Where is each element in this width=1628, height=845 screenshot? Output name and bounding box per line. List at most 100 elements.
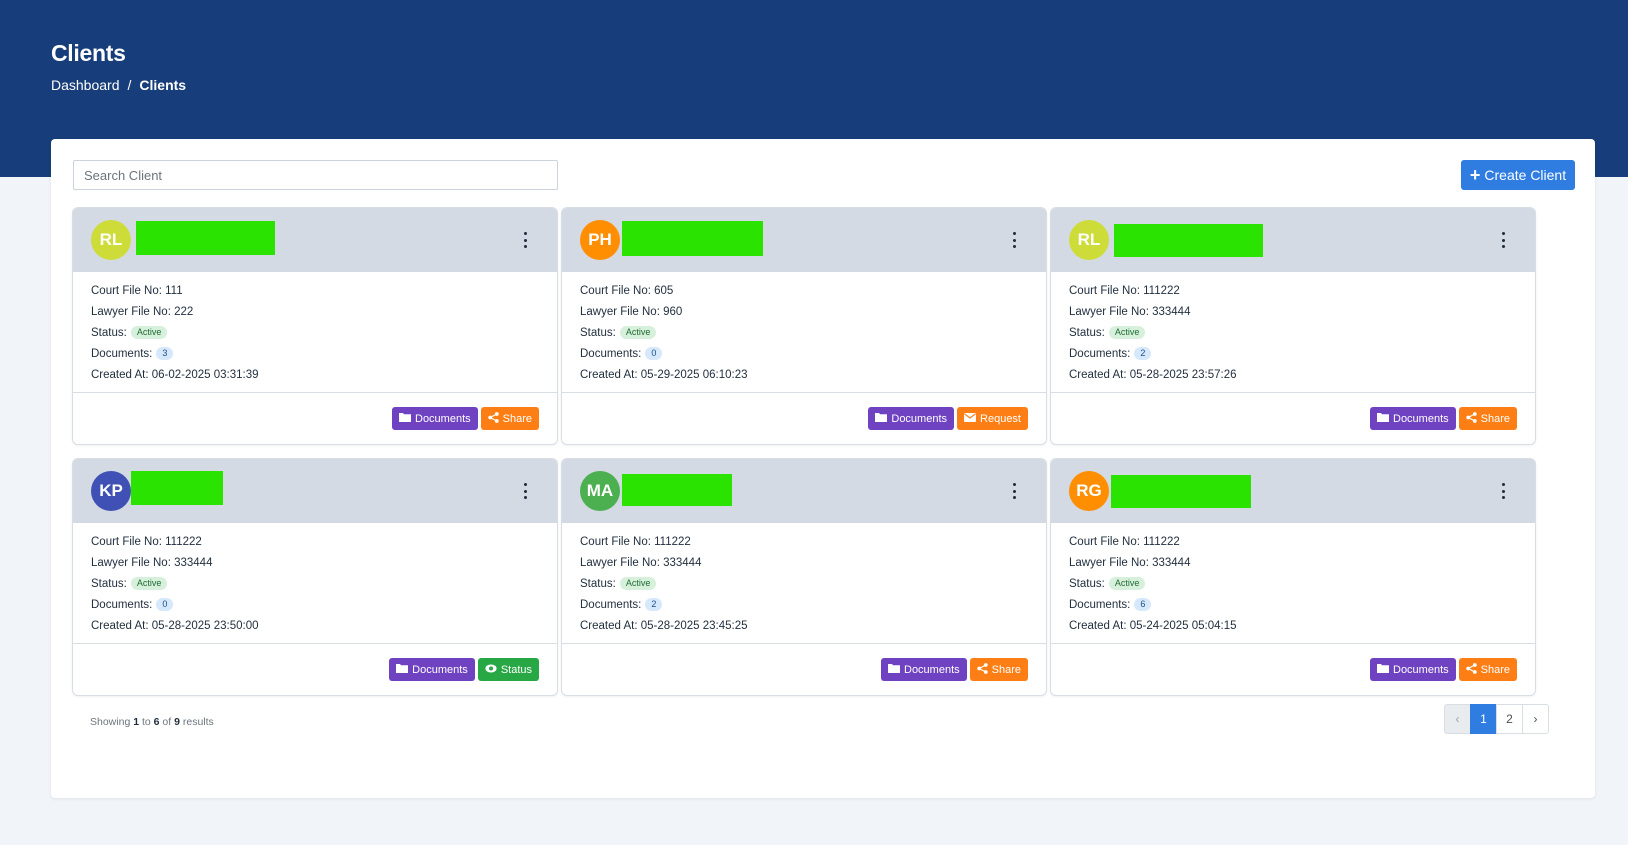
documents-button[interactable]: Documents (868, 407, 955, 430)
documents-row: Documents: 3 (91, 343, 259, 364)
client-card-header: RG (1051, 459, 1535, 523)
court-file-row: Court File No: 111222 (1069, 535, 1180, 548)
client-card: KP Court File No: 111222 Lawyer File No:… (72, 458, 558, 696)
share-button[interactable]: Share (969, 658, 1028, 681)
client-card: PH Court File No: 605 Lawyer File No: 96… (561, 207, 1047, 445)
court-file-value: 111222 (654, 535, 691, 548)
share-button[interactable]: Share (480, 407, 539, 430)
client-card-actions: Documents Request (562, 392, 1046, 444)
redacted-client-name (622, 221, 763, 256)
pagination-page-1[interactable]: 1 (1470, 704, 1497, 734)
client-card-header: PH (562, 208, 1046, 272)
redacted-client-name (131, 471, 223, 505)
created-at-value: 05-28-2025 23:50:00 (151, 619, 259, 632)
documents-button[interactable]: Documents (1370, 658, 1456, 681)
client-card: RG Court File No: 111222 Lawyer File No:… (1050, 458, 1536, 696)
folder-icon (399, 412, 411, 425)
status-badge: Active (130, 326, 168, 339)
client-card-header: RL (73, 208, 557, 272)
more-options-icon[interactable] (1497, 481, 1509, 501)
status-badge: Active (1108, 326, 1146, 339)
search-input[interactable] (73, 160, 558, 190)
client-details: Court File No: 111 Lawyer File No: 222 S… (91, 280, 259, 385)
share-button[interactable]: Share (1458, 658, 1517, 681)
client-card-header: RL (1051, 208, 1535, 272)
breadcrumb-separator: / (127, 77, 132, 93)
status-badge: Active (130, 577, 168, 590)
court-file-row: Court File No: 111222 (91, 535, 202, 548)
more-options-icon[interactable] (1008, 230, 1020, 250)
documents-row: Documents: 0 (580, 343, 748, 364)
share-icon (976, 662, 988, 677)
pagination-page-2[interactable]: 2 (1496, 704, 1523, 734)
redacted-client-name (622, 474, 732, 506)
client-details: Court File No: 111222 Lawyer File No: 33… (1069, 280, 1237, 385)
lawyer-file-value: 960 (663, 305, 683, 318)
client-card-header: MA (562, 459, 1046, 523)
created-at-value: 06-02-2025 03:31:39 (151, 368, 259, 381)
more-options-icon[interactable] (519, 230, 531, 250)
redacted-client-name (136, 221, 275, 255)
client-details: Court File No: 111222 Lawyer File No: 33… (1069, 531, 1237, 636)
pagination-prev-button[interactable]: ‹ (1444, 704, 1471, 734)
documents-count-badge: 2 (645, 598, 663, 611)
more-options-icon[interactable] (519, 481, 531, 501)
lawyer-file-row: Lawyer File No: 333444 (580, 556, 702, 569)
pagination: ‹ 1 2 › (1444, 704, 1549, 734)
share-button[interactable]: Share (1458, 407, 1517, 430)
request-button[interactable]: Request (957, 407, 1028, 430)
status-row: Status: Active (580, 573, 748, 594)
client-card-actions: Documents Share (1051, 392, 1535, 444)
status-button[interactable]: Status (477, 658, 539, 681)
clients-panel: + Create Client RL Court File No: 111 La… (51, 139, 1595, 798)
folder-icon (875, 412, 888, 425)
lawyer-file-row: Lawyer File No: 333444 (1069, 305, 1191, 318)
created-at-value: 05-29-2025 06:10:23 (640, 368, 748, 381)
pagination-next-button[interactable]: › (1522, 704, 1549, 734)
avatar: RG (1069, 471, 1109, 511)
documents-button[interactable]: Documents (389, 658, 475, 681)
documents-button[interactable]: Documents (392, 407, 478, 430)
share-icon (1465, 662, 1477, 677)
status-badge: Active (1108, 577, 1146, 590)
client-card: RL Court File No: 111 Lawyer File No: 22… (72, 207, 558, 445)
client-details: Court File No: 111222 Lawyer File No: 33… (91, 531, 259, 636)
status-row: Status: Active (1069, 573, 1237, 594)
create-client-button[interactable]: + Create Client (1461, 160, 1575, 190)
court-file-value: 111222 (1143, 284, 1180, 297)
documents-row: Documents: 6 (1069, 594, 1237, 615)
documents-count-badge: 2 (1134, 347, 1152, 360)
lawyer-file-value: 333444 (1152, 556, 1191, 569)
status-row: Status: Active (1069, 322, 1237, 343)
documents-row: Documents: 0 (91, 594, 259, 615)
breadcrumb-current: Clients (139, 77, 187, 93)
breadcrumb-dashboard-link[interactable]: Dashboard (51, 77, 120, 93)
eye-icon (485, 664, 497, 676)
client-details: Court File No: 111222 Lawyer File No: 33… (580, 531, 748, 636)
more-options-icon[interactable] (1497, 230, 1509, 250)
client-card-header: KP (73, 459, 557, 523)
avatar: MA (580, 471, 620, 511)
created-at-row: Created At: 05-28-2025 23:57:26 (1069, 368, 1237, 381)
avatar: RL (91, 220, 131, 260)
redacted-client-name (1111, 475, 1251, 508)
documents-count-badge: 0 (156, 598, 174, 611)
more-options-icon[interactable] (1008, 481, 1020, 501)
documents-button[interactable]: Documents (1370, 407, 1456, 430)
client-card: MA Court File No: 111222 Lawyer File No:… (561, 458, 1047, 696)
folder-icon (396, 663, 409, 676)
avatar: RL (1069, 220, 1109, 260)
folder-icon (1377, 663, 1389, 676)
court-file-row: Court File No: 111222 (580, 535, 691, 548)
avatar: PH (580, 220, 620, 260)
lawyer-file-value: 333444 (663, 556, 702, 569)
avatar: KP (91, 471, 131, 511)
documents-button[interactable]: Documents (881, 658, 967, 681)
created-at-value: 05-28-2025 23:57:26 (1129, 368, 1237, 381)
court-file-row: Court File No: 605 (580, 284, 674, 297)
folder-icon (1377, 412, 1389, 425)
status-row: Status: Active (91, 322, 259, 343)
status-badge: Active (619, 577, 657, 590)
documents-row: Documents: 2 (1069, 343, 1237, 364)
court-file-row: Court File No: 111 (91, 284, 183, 297)
